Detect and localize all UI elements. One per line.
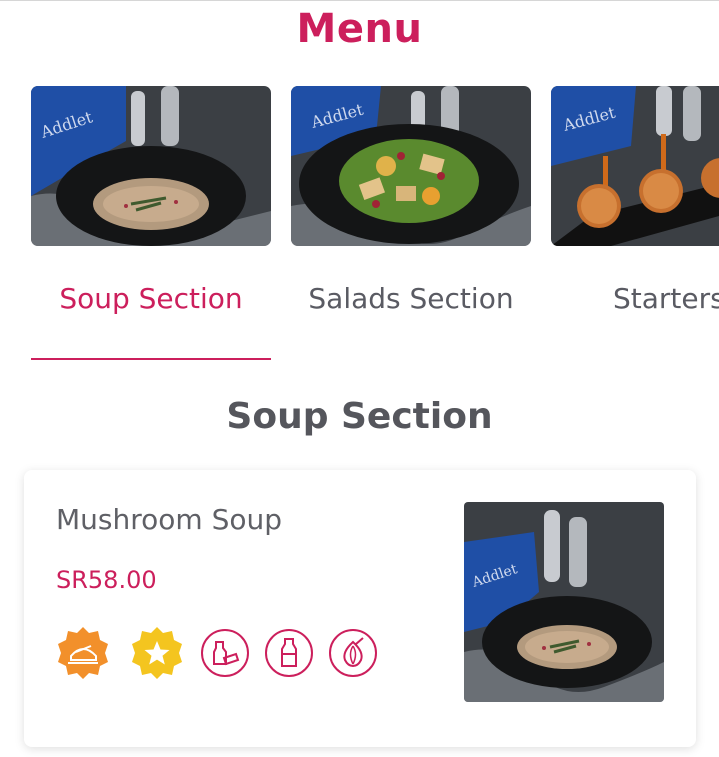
page-title: Menu	[296, 6, 423, 52]
starters-photo[interactable]: Addlet	[551, 86, 719, 246]
salad-bowl-photo[interactable]: Addlet	[291, 86, 531, 246]
tab-soup-section[interactable]: Addlet Soup Section	[31, 86, 271, 361]
milk-bottle-icon	[264, 628, 314, 678]
menu-item-card[interactable]: Mushroom Soup SR58.00 Addlet	[24, 470, 696, 747]
tab-label[interactable]: Salads Section	[291, 282, 531, 315]
section-heading: Soup Section	[226, 396, 493, 437]
tab-label[interactable]: Soup Section	[31, 282, 271, 315]
star-icon	[130, 626, 184, 680]
active-tab-indicator	[31, 358, 271, 360]
item-price: SR58.00	[56, 566, 157, 594]
spicy-chef-icon	[56, 626, 110, 680]
tab-starters[interactable]: Addlet Starters	[551, 86, 719, 361]
category-tabs[interactable]: Addlet Soup Section Addlet Salads Sectio…	[0, 86, 719, 376]
tab-label[interactable]: Starters	[613, 282, 719, 315]
tab-salads-section[interactable]: Addlet Salads Section	[291, 86, 531, 361]
onion-icon	[328, 628, 378, 678]
item-name: Mushroom Soup	[56, 503, 282, 536]
dairy-icon	[200, 628, 250, 678]
soup-bowl-photo[interactable]: Addlet	[31, 86, 271, 246]
top-divider	[0, 0, 719, 1]
soup-bowl-photo[interactable]: Addlet	[464, 502, 664, 702]
